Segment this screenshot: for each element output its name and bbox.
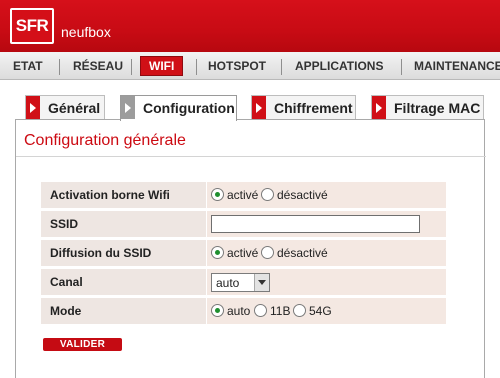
header-bar: SFR neufbox [0,0,500,52]
canal-label: Canal [50,275,83,289]
mode-11b-label[interactable]: 11B [270,304,290,318]
page-title: Configuration générale [24,132,186,149]
tab-label: Filtrage MAC [394,100,481,116]
sfr-logo[interactable]: SFR [10,8,54,44]
form-label-cell: SSID [41,211,207,237]
form-label-cell: Mode [41,298,207,324]
nav-separator [401,59,402,75]
mode-options: auto 11B 54G [211,298,446,324]
tab-general[interactable]: Général [25,95,105,119]
canal-select[interactable]: auto [211,273,270,292]
logo-text: SFR [15,16,49,35]
form-label-cell: Diffusion du SSID [41,240,207,266]
arrow-right-icon [26,96,40,119]
diffusion-off-radio[interactable] [261,246,274,259]
mode-54g-radio[interactable] [293,304,306,317]
tab-label: Général [48,100,101,116]
tab-filtrage-mac[interactable]: Filtrage MAC [371,95,484,119]
mode-auto-label[interactable]: auto [227,304,250,318]
nav-item-etat[interactable]: ETAT [13,57,43,77]
content-panel: Configuration générale Activation borne … [15,119,486,378]
diffusion-options: activé désactivé [211,240,446,266]
mode-54g-label[interactable]: 54G [309,304,332,318]
nav-item-hotspot[interactable]: HOTSPOT [208,57,266,77]
tab-chiffrement[interactable]: Chiffrement [251,95,356,119]
ssid-label: SSID [50,217,79,231]
nav-separator [131,59,132,75]
diffusion-off-label[interactable]: désactivé [277,246,328,260]
tab-label: Chiffrement [274,100,353,116]
mode-auto-radio[interactable] [211,304,224,317]
ssid-input[interactable] [211,215,420,233]
activation-options: activé désactivé [211,182,446,208]
diffusion-label: Diffusion du SSID [50,246,152,260]
diffusion-on-label[interactable]: activé [227,246,258,260]
ssid-value-cell [211,211,446,237]
main-nav: ETAT RÉSEAU WIFI HOTSPOT APPLICATIONS MA… [0,52,500,80]
mode-11b-radio[interactable] [254,304,267,317]
form-row-activation: Activation borne Wifi activé désactivé [41,182,446,208]
validate-button[interactable]: VALIDER [43,338,122,351]
chevron-down-icon[interactable] [254,274,269,291]
nav-separator [281,59,282,75]
nav-item-applications[interactable]: APPLICATIONS [295,57,383,77]
canal-value-cell: auto [211,269,446,295]
nav-item-wifi[interactable]: WIFI [140,56,184,76]
activation-on-label[interactable]: activé [227,188,258,202]
brand-name: neufbox [61,24,111,40]
diffusion-on-radio[interactable] [211,246,224,259]
nav-item-reseau[interactable]: RÉSEAU [73,57,123,77]
form-label-cell: Activation borne Wifi [41,182,207,208]
tab-configuration[interactable]: Configuration [120,95,237,121]
form-label-cell: Canal [41,269,207,295]
activation-on-radio[interactable] [211,188,224,201]
canal-selected-value: auto [216,276,240,290]
activation-off-label[interactable]: désactivé [277,188,328,202]
mode-label: Mode [50,304,82,318]
arrow-right-icon [372,96,386,119]
arrow-right-icon [252,96,266,119]
form-row-canal: Canal auto [41,269,446,295]
form-row-mode: Mode auto 11B 54G [41,298,446,324]
nav-separator [196,59,197,75]
activation-label: Activation borne Wifi [50,188,170,202]
form-row-diffusion: Diffusion du SSID activé désactivé [41,240,446,266]
nav-item-maintenance[interactable]: MAINTENANCE [414,57,500,77]
activation-off-radio[interactable] [261,188,274,201]
title-divider [16,156,486,157]
form-row-ssid: SSID [41,211,446,237]
nav-separator [59,59,60,75]
tab-label: Configuration [143,100,235,116]
arrow-right-icon [121,96,135,119]
